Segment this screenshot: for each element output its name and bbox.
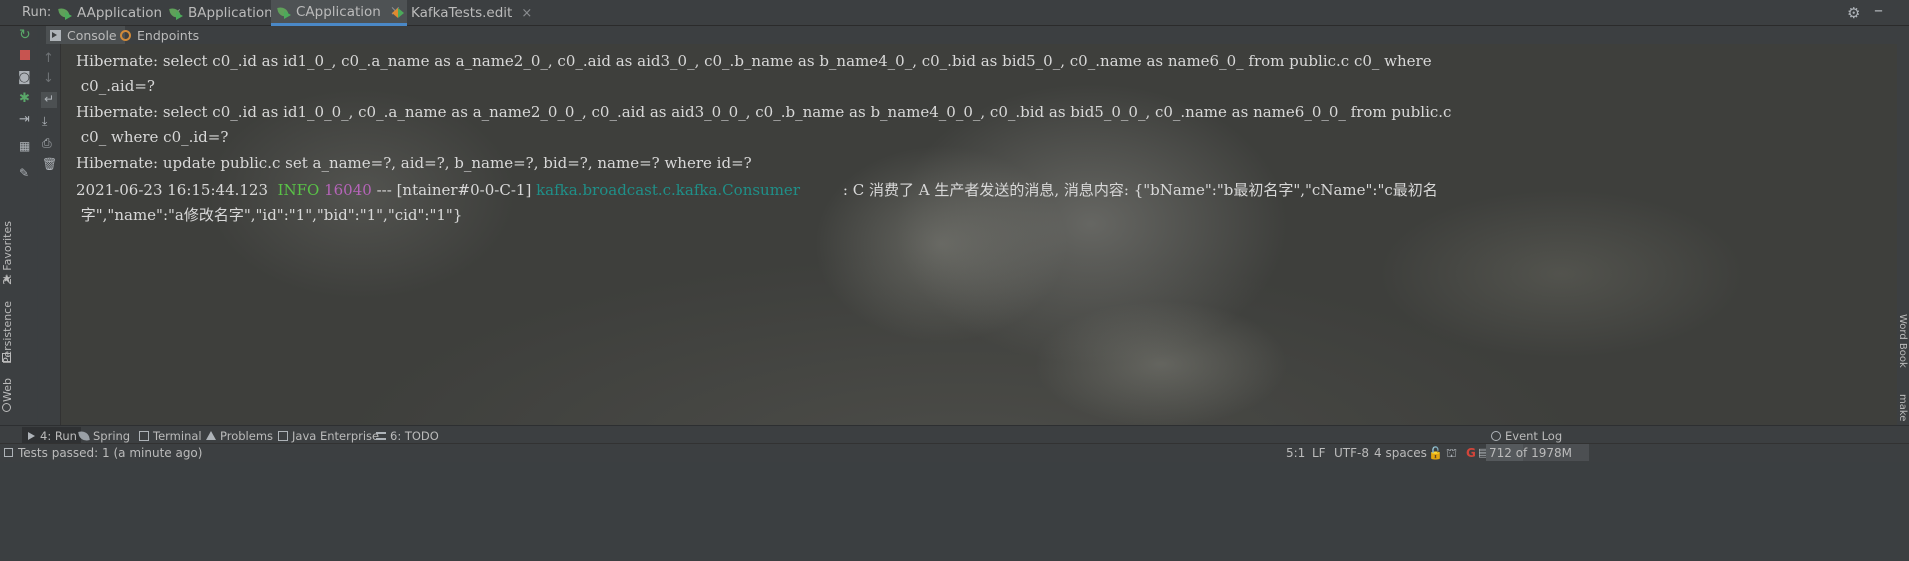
log-line-continuation: 字","name":"a修改名字","id":"1","bid":"1","ci… [76, 206, 463, 224]
warning-icon [206, 430, 216, 441]
log-timestamp: 2021-06-23 16:15:44.123 [76, 181, 273, 199]
google-icon[interactable]: G [1466, 446, 1476, 460]
file-encoding[interactable]: UTF-8 [1334, 446, 1369, 460]
word-book-tab[interactable]: Word Book [1897, 314, 1908, 368]
close-icon[interactable]: × [521, 6, 532, 21]
web-icon [2, 403, 11, 412]
log-logger[interactable]: kafka.broadcast.c.kafka.Consumer [536, 181, 800, 199]
run-toolwindow-header: Run: AApplication × BApplication × CAppl… [0, 0, 1909, 26]
log-message: : C 消费了 A 生产者发送的消息, 消息内容: {"bName":"b最初名… [799, 181, 1438, 199]
tab-terminal[interactable]: Terminal [139, 427, 202, 444]
tab-spring[interactable]: Spring [78, 427, 131, 444]
tab-console[interactable]: Console [46, 26, 125, 44]
tab-label: BApplication [188, 5, 273, 21]
list-icon [376, 431, 386, 440]
camera-icon[interactable]: ◙ [18, 70, 32, 85]
trash-icon[interactable]: 🗑 [42, 157, 57, 171]
tab-run[interactable]: 4: Run [22, 427, 81, 444]
tab-spring-label: Spring [93, 428, 131, 443]
console-toolbar: ↑ ↓ ↵ ⤓ ⎙ 🗑 [38, 44, 61, 425]
event-log-icon [1491, 430, 1501, 441]
pin-icon[interactable]: ✎ [19, 166, 33, 180]
gear-icon[interactable]: ⚙ [1847, 4, 1860, 22]
lock-icon[interactable]: 🔓 [1428, 446, 1443, 460]
layout-icon[interactable]: ▦ [19, 139, 33, 153]
console-line: c0_.aid=? [76, 77, 155, 95]
scroll-to-end-icon[interactable]: ⤓ [42, 114, 56, 128]
terminal-icon [139, 430, 149, 441]
caret-position[interactable]: 5:1 [1286, 446, 1305, 460]
print-icon[interactable]: ⎙ [42, 136, 56, 150]
tab-label: KafkaTests.edit [411, 5, 513, 21]
web-tab[interactable]: Web [1, 378, 14, 402]
console-line: Hibernate: select c0_.id as id1_0_0_, c0… [76, 103, 1452, 121]
tab-terminal-label: Terminal [153, 428, 202, 443]
line-separator[interactable]: LF [1312, 446, 1326, 460]
minimize-icon[interactable]: – [1874, 0, 1883, 21]
run-toolbar: ↻ ◙ ✱ ⇥ ▦ ✎ [15, 26, 37, 425]
star-icon: ★ [2, 272, 12, 285]
rerun-icon[interactable]: ↻ [19, 27, 33, 43]
exit-icon[interactable]: ⇥ [19, 112, 33, 127]
tab-problems-label: Problems [220, 428, 274, 443]
inspector-icon[interactable]: ⛫ [1446, 446, 1457, 462]
stop-icon[interactable] [20, 50, 30, 60]
tool-window-bar: 4: Run Spring Terminal Problems Java Ent… [0, 425, 1909, 444]
console-line: Hibernate: update public.c set a_name=?,… [76, 154, 752, 172]
run-label: Run: [22, 5, 52, 20]
tab-endpoints[interactable]: Endpoints [116, 26, 203, 44]
spring-boot-icon [58, 6, 72, 20]
endpoints-icon [120, 29, 131, 41]
java-enterprise-icon [278, 430, 288, 441]
memory-label: 712 of 1978M [1489, 446, 1572, 460]
arrow-up-icon[interactable]: ↑ [43, 51, 57, 66]
run-icon [26, 431, 36, 441]
event-log-button[interactable]: Event Log [1491, 427, 1562, 444]
indent-setting[interactable]: 4 spaces [1374, 446, 1427, 460]
make-tab[interactable]: make [1897, 394, 1908, 421]
console-subtoolbar: Console Endpoints [40, 26, 1909, 45]
status-toggle-icon[interactable] [4, 448, 13, 457]
arrow-down-icon[interactable]: ↓ [43, 71, 57, 86]
console-line: Hibernate: select c0_.id as id1_0_, c0_.… [76, 52, 1432, 70]
test-run-icon [392, 6, 406, 20]
log-line: 2021-06-23 16:15:44.123 INFO 16040 --- [… [76, 179, 1438, 200]
tab-endpoints-label: Endpoints [137, 27, 200, 43]
tab-run-label: 4: Run [40, 428, 77, 443]
right-tool-stripe: Word Book make [1897, 44, 1909, 425]
console-output[interactable]: Hibernate: select c0_.id as id1_0_, c0_.… [61, 44, 1897, 425]
log-thread: --- [ntainer#0-0-C-1] [371, 181, 537, 199]
tab-label: AApplication [77, 5, 163, 21]
status-bar: Tests passed: 1 (a minute ago) 5:1 LF UT… [0, 443, 1909, 462]
spring-boot-icon [169, 6, 183, 20]
spring-icon [78, 429, 90, 442]
console-line: c0_ where c0_.id=? [76, 128, 229, 146]
tab-todo[interactable]: 6: TODO [376, 427, 439, 444]
tab-java-enterprise-label: Java Enterprise [292, 428, 380, 443]
tab-problems[interactable]: Problems [206, 427, 273, 444]
status-message[interactable]: Tests passed: 1 (a minute ago) [18, 446, 202, 460]
memory-indicator[interactable]: 712 of 1978M [1486, 444, 1589, 461]
tab-label: CApplication [296, 3, 381, 20]
console-icon [50, 29, 61, 41]
event-log-label: Event Log [1505, 428, 1563, 443]
left-tool-stripe: 2: Favorites ★ Persistence Web [0, 26, 16, 425]
tab-console-label: Console [67, 27, 117, 43]
run-tab-kafkatests[interactable]: KafkaTests.edit × [386, 0, 538, 26]
log-level: INFO [272, 181, 320, 199]
soft-wrap-icon[interactable]: ↵ [41, 92, 57, 108]
log-pid: 16040 [319, 181, 372, 199]
spring-boot-icon [277, 5, 291, 19]
persistence-icon [2, 353, 11, 362]
tab-todo-label: 6: TODO [390, 428, 439, 443]
debug-icon[interactable]: ✱ [19, 91, 33, 106]
tab-java-enterprise[interactable]: Java Enterprise [278, 427, 379, 444]
